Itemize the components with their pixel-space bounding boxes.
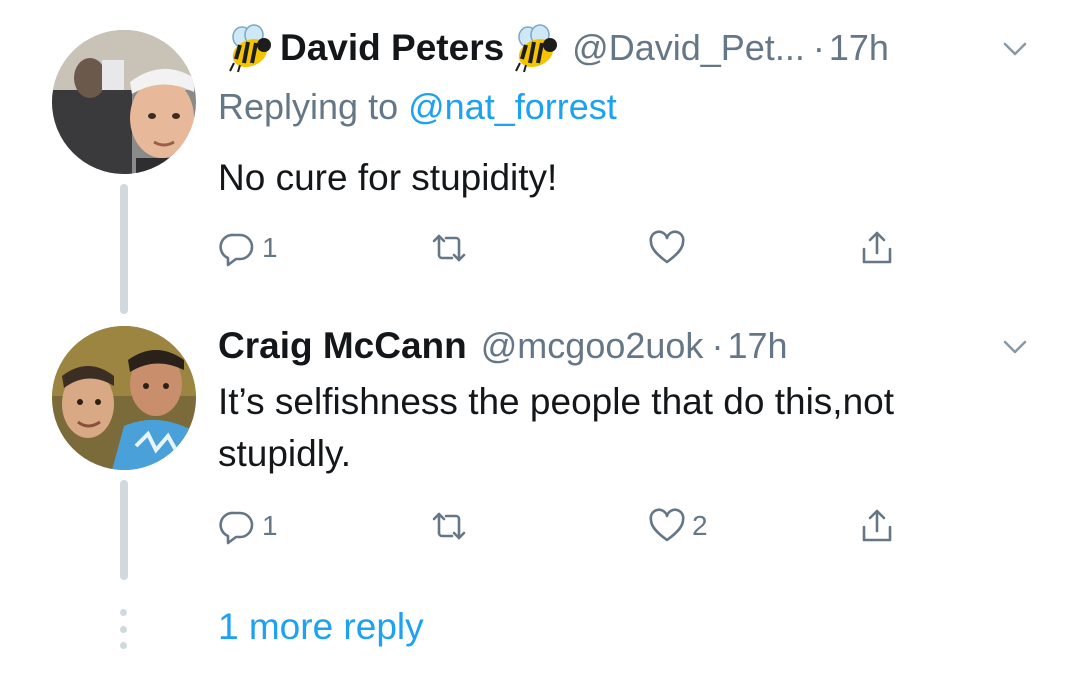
like-button[interactable] xyxy=(648,228,692,268)
retweet-icon xyxy=(430,229,468,267)
chevron-down-icon[interactable] xyxy=(1000,34,1030,64)
more-replies-dots-icon xyxy=(116,609,130,649)
more-replies-link[interactable]: 1 more reply xyxy=(218,606,424,648)
timestamp[interactable]: 17h xyxy=(727,325,787,367)
tweet-header: David Peters @David_Pet... · 17h xyxy=(218,20,889,76)
user-handle[interactable]: @David_Pet... xyxy=(572,27,805,69)
bee-emoji-icon xyxy=(224,23,274,73)
reply-button[interactable]: 1 xyxy=(218,506,278,546)
replying-to: Replying to @nat_forrest xyxy=(218,86,617,128)
tweet-text-line: It’s selfishness the people that do this… xyxy=(218,381,895,422)
chevron-down-icon[interactable] xyxy=(1000,332,1030,362)
reply-icon xyxy=(218,229,256,267)
retweet-button[interactable] xyxy=(430,228,474,268)
like-icon xyxy=(648,229,686,267)
thread-line xyxy=(120,184,128,314)
like-icon xyxy=(648,507,686,545)
separator-dot: · xyxy=(812,27,825,68)
separator-dot: · xyxy=(711,325,724,366)
tweet-craig-mccann[interactable]: Craig McCann @mcgoo2uok · 17h It’s selfi… xyxy=(0,310,1080,600)
bee-emoji-icon xyxy=(510,23,560,73)
retweet-button[interactable] xyxy=(430,506,474,546)
retweet-icon xyxy=(430,507,468,545)
user-handle[interactable]: @mcgoo2uok xyxy=(481,325,704,367)
tweet-header: Craig McCann @mcgoo2uok · 17h xyxy=(218,318,788,374)
reply-icon xyxy=(218,507,256,545)
avatar-david-peters[interactable] xyxy=(52,30,196,174)
tweet-actions: 1 2 xyxy=(218,506,918,546)
mention-link[interactable]: @nat_forrest xyxy=(408,86,617,127)
share-button[interactable] xyxy=(858,506,896,546)
display-name[interactable]: Craig McCann xyxy=(218,325,467,367)
reply-button[interactable]: 1 xyxy=(218,228,278,268)
reply-count: 1 xyxy=(262,510,278,541)
tweet-text: No cure for stupidity! xyxy=(218,157,558,198)
reply-count: 1 xyxy=(262,232,278,263)
thread-line xyxy=(120,480,128,580)
tweet-text-line: stupidly. xyxy=(218,433,351,474)
tweet-actions: 1 xyxy=(218,228,918,268)
like-button[interactable]: 2 xyxy=(648,506,708,546)
tweet-text: It’s selfishness the people that do this… xyxy=(218,376,1038,480)
share-icon xyxy=(858,507,896,545)
tweet-david-peters[interactable]: David Peters @David_Pet... · 17h Replyin… xyxy=(0,0,1080,314)
replying-to-label: Replying to xyxy=(218,86,399,127)
share-button[interactable] xyxy=(858,228,896,268)
share-icon xyxy=(858,229,896,267)
like-count: 2 xyxy=(692,510,708,541)
timestamp[interactable]: 17h xyxy=(829,27,889,69)
avatar-craig-mccann[interactable] xyxy=(52,326,196,470)
display-name[interactable]: David Peters xyxy=(280,27,504,69)
